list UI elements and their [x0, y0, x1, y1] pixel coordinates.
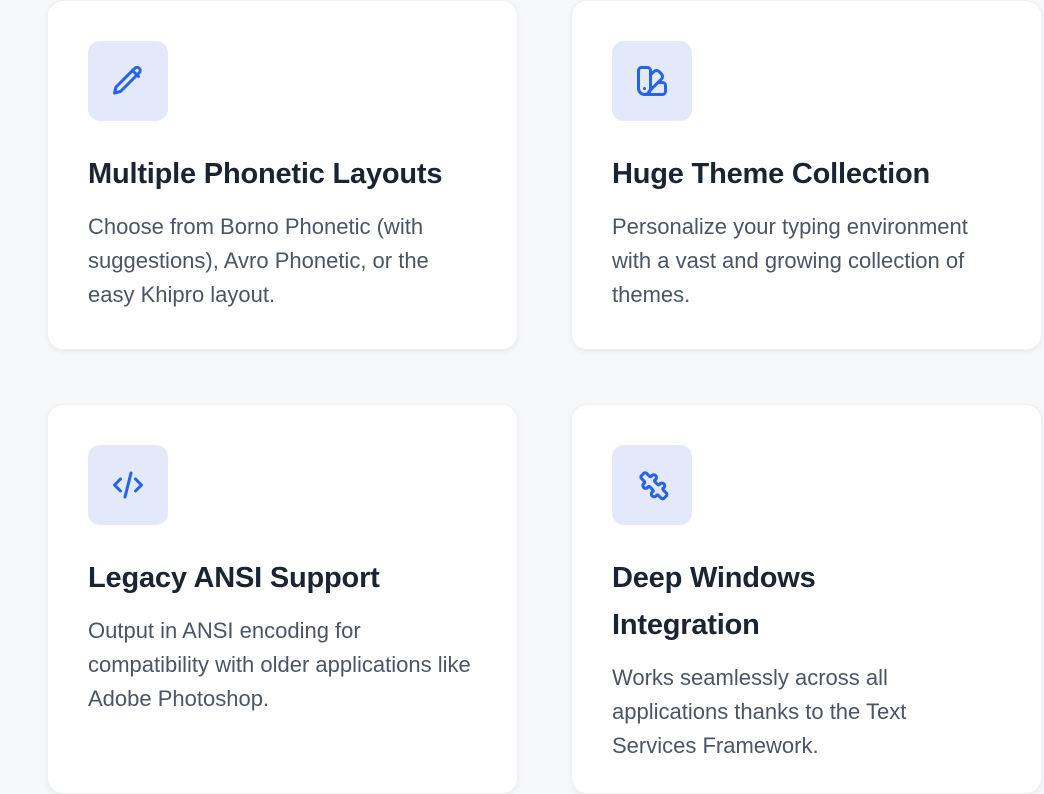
feature-description: Output in ANSI encoding for compatibilit…	[88, 618, 471, 711]
feature-description: Works seamlessly across all applications…	[612, 665, 907, 758]
feature-title: Legacy ANSI Support	[88, 562, 380, 594]
feature-title: Multiple Phonetic Layouts	[88, 158, 443, 190]
feature-card-theme-collection: Huge Theme Collection Personalize your t…	[571, 0, 1042, 350]
feature-card-ansi-support: Legacy ANSI Support Output in ANSI encod…	[47, 404, 518, 794]
feature-card-phonetic-layouts: Multiple Phonetic Layouts Choose from Bo…	[47, 0, 518, 350]
swatch-book-icon	[612, 41, 692, 121]
code-icon	[88, 445, 168, 525]
feature-description: Personalize your typing environment with…	[612, 214, 968, 307]
feature-title: Deep Windows Integration	[612, 562, 816, 641]
pencil-icon	[88, 41, 168, 121]
puzzle-icon	[612, 445, 692, 525]
feature-description: Choose from Borno Phonetic (with suggest…	[88, 214, 429, 307]
feature-card-windows-integration: Deep Windows Integration Works seamlessl…	[571, 404, 1042, 794]
feature-title: Huge Theme Collection	[612, 158, 931, 190]
